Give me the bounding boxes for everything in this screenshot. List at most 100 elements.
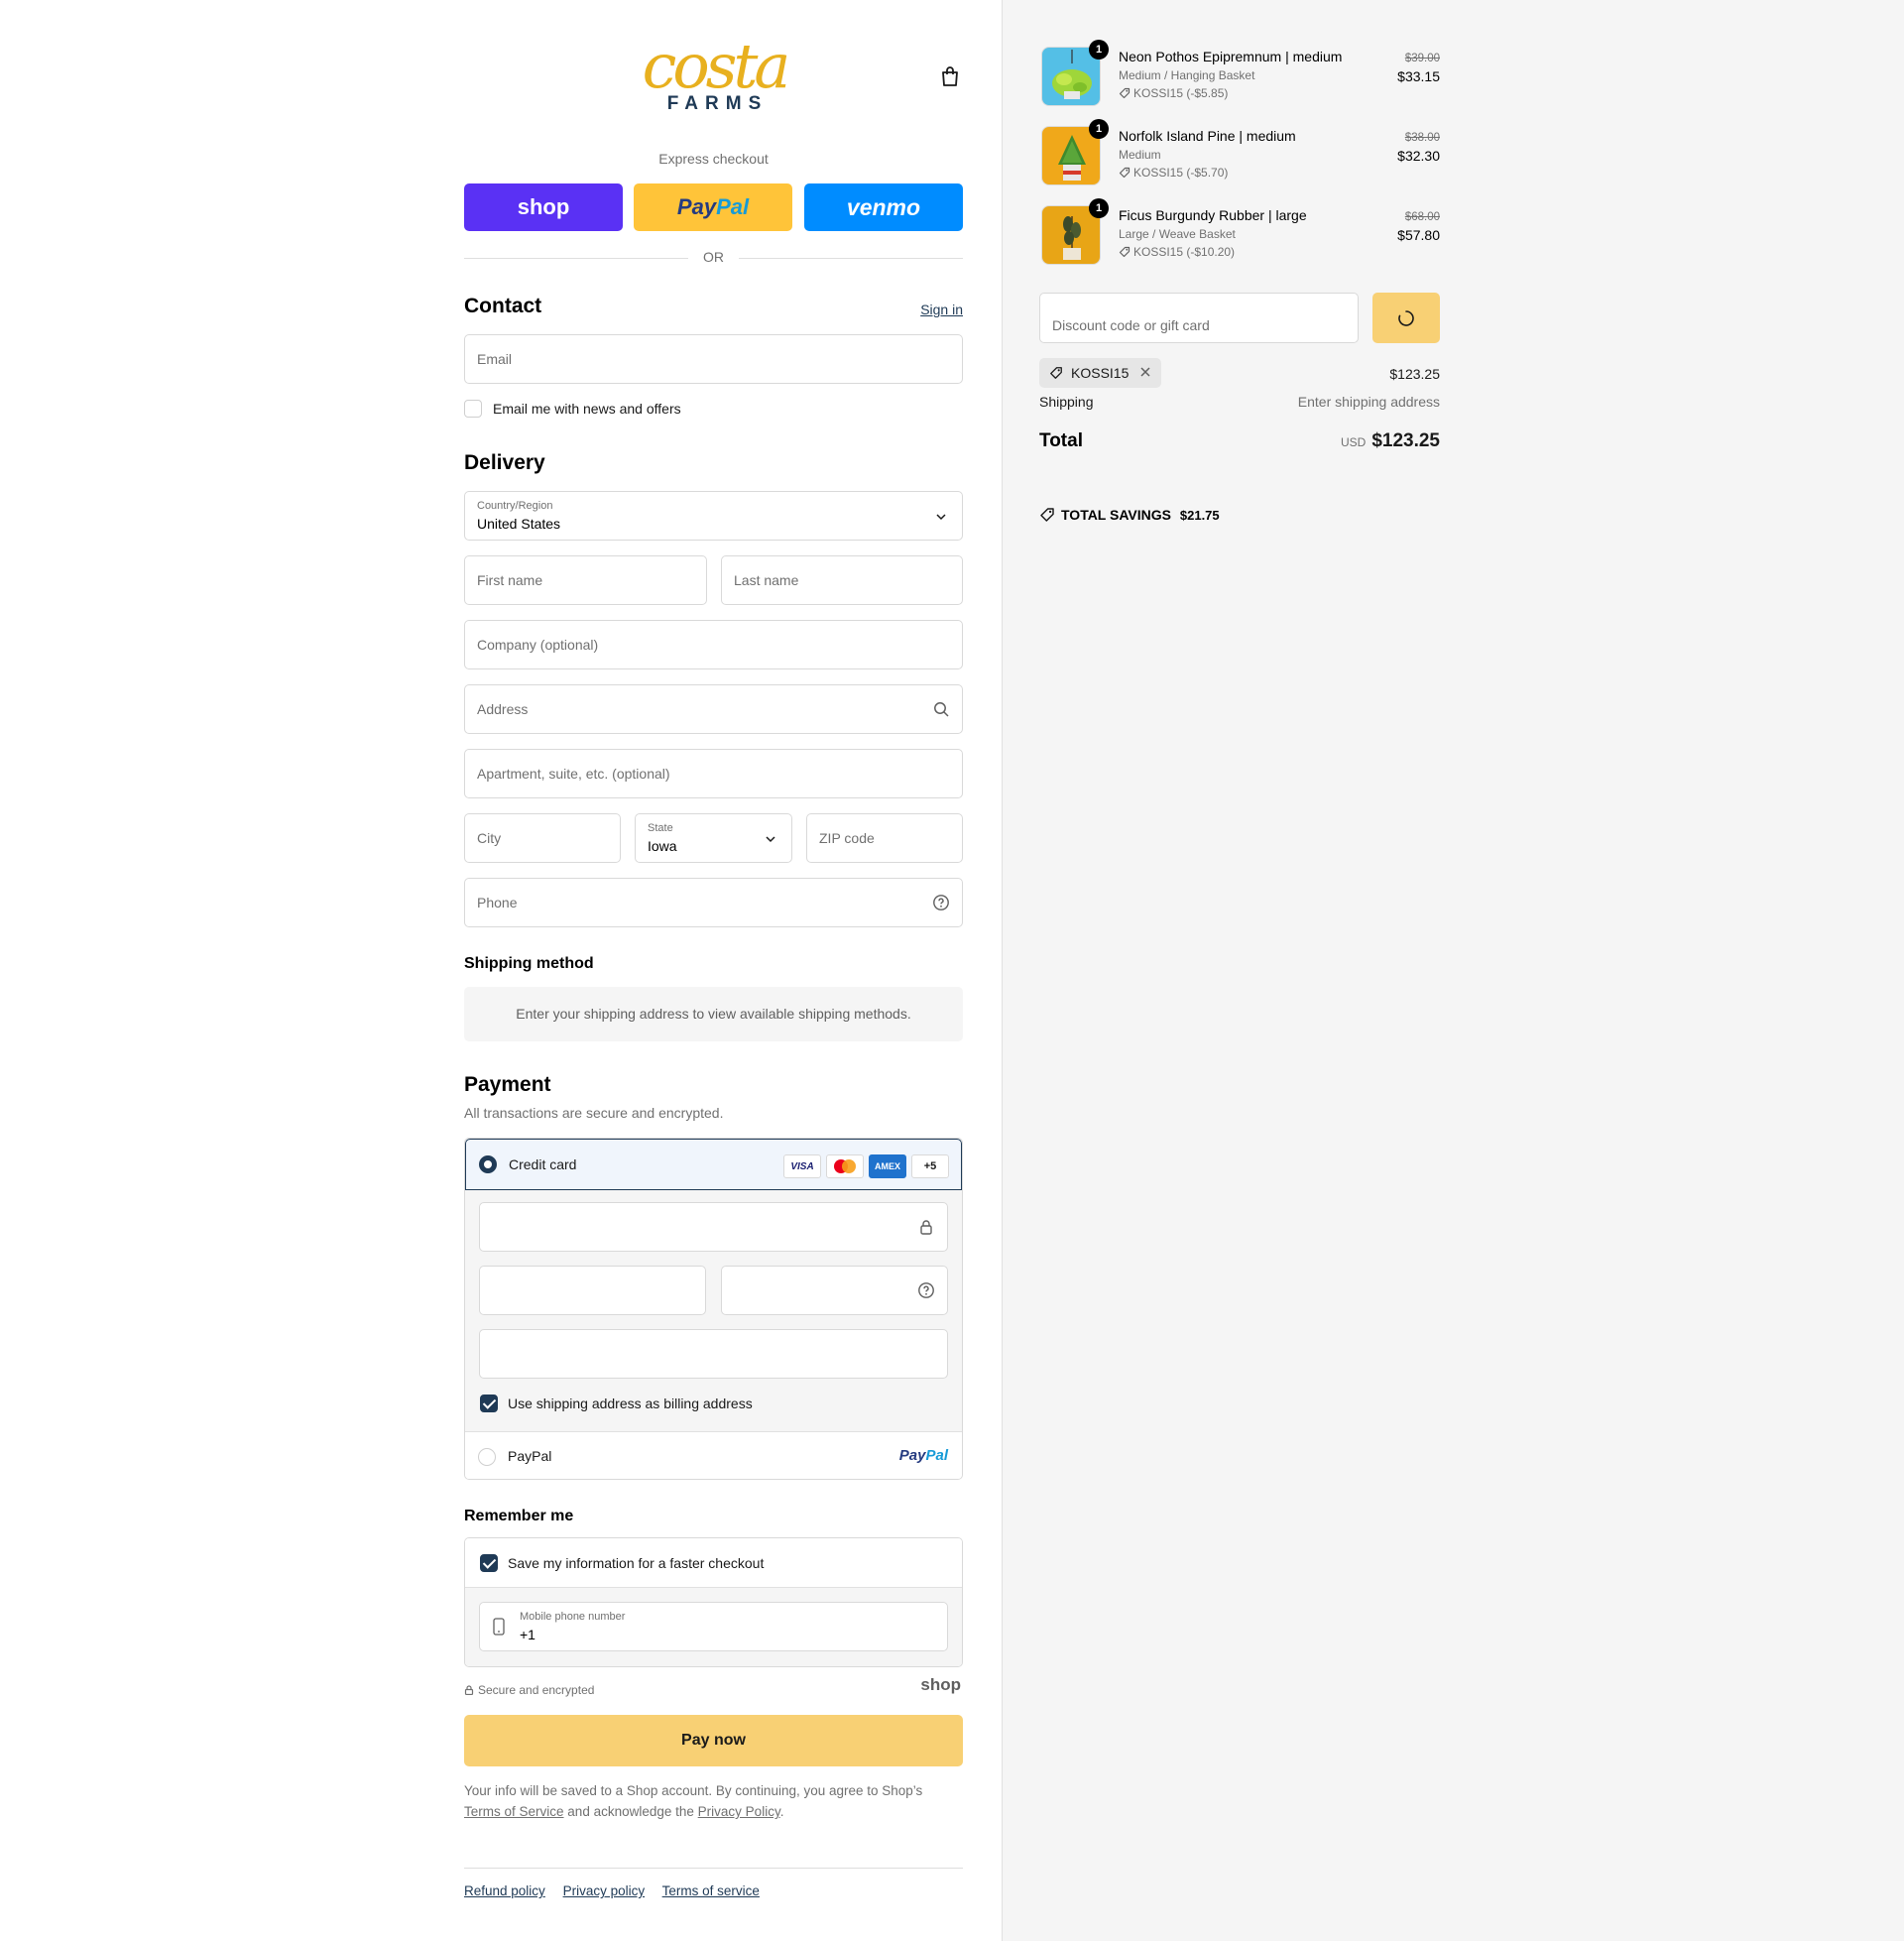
quantity-badge: 1 <box>1089 119 1109 139</box>
last-name-field[interactable]: Last name <box>721 555 963 605</box>
tag-icon <box>1050 367 1062 379</box>
paypal-label: PayPal <box>508 1448 552 1464</box>
name-on-card-field[interactable] <box>479 1329 948 1379</box>
chevron-down-icon <box>762 830 779 848</box>
save-info-checkbox[interactable] <box>480 1554 498 1572</box>
city-field[interactable]: City <box>464 813 621 863</box>
item-price: $33.15 <box>1397 68 1440 84</box>
remember-me-box: Save my information for a faster checkou… <box>464 1537 963 1667</box>
total-value: $123.25 <box>1371 430 1440 451</box>
save-info-label: Save my information for a faster checkou… <box>508 1555 765 1571</box>
total-savings: TOTAL SAVINGS $21.75 <box>1039 507 1220 523</box>
secure-encrypted-note: Secure and encrypted <box>464 1683 594 1697</box>
applied-discount-tag: KOSSI15 <box>1039 358 1161 388</box>
news-label: Email me with news and offers <box>493 401 681 417</box>
secure-label: Secure and encrypted <box>478 1683 595 1697</box>
delivery-heading: Delivery <box>464 451 545 474</box>
paypal-radio[interactable] <box>478 1448 496 1466</box>
news-checkbox[interactable] <box>464 400 482 418</box>
company-placeholder: Company (optional) <box>477 637 599 653</box>
billing-address-checkbox[interactable] <box>480 1395 498 1412</box>
country-label: Country/Region <box>477 500 553 512</box>
shipping-label: Shipping <box>1039 394 1094 410</box>
lock-icon <box>464 1685 474 1696</box>
sign-in-link[interactable]: Sign in <box>920 302 963 317</box>
help-circle-icon[interactable] <box>917 1281 935 1299</box>
shop-logo: shop <box>920 1675 961 1694</box>
discount-code-input[interactable]: Discount code or gift card <box>1039 293 1359 343</box>
or-divider: OR <box>464 249 963 267</box>
company-field[interactable]: Company (optional) <box>464 620 963 669</box>
save-info-details: Mobile phone number +1 <box>465 1588 962 1666</box>
paypal-logo-pal: Pal <box>925 1447 948 1464</box>
payment-heading: Payment <box>464 1073 551 1096</box>
country-select[interactable]: Country/Region United States <box>464 491 963 541</box>
applied-code-label: KOSSI15 <box>1071 365 1130 381</box>
city-placeholder: City <box>477 830 502 846</box>
tag-icon <box>1040 508 1054 522</box>
apply-discount-button[interactable] <box>1372 293 1440 343</box>
shipping-method-notice: Enter your shipping address to view avai… <box>464 987 963 1041</box>
email-field[interactable]: Email <box>464 334 963 384</box>
help-circle-icon[interactable] <box>932 894 950 911</box>
save-info-row[interactable]: Save my information for a faster checkou… <box>465 1538 962 1588</box>
paypal-option[interactable]: PayPal PayPal <box>465 1432 962 1479</box>
costa-farms-logo[interactable]: costa FARMS <box>638 36 791 115</box>
shop-privacy-link[interactable]: Privacy Policy <box>698 1804 780 1819</box>
apartment-field[interactable]: Apartment, suite, etc. (optional) <box>464 749 963 798</box>
remove-discount-icon[interactable] <box>1138 365 1152 382</box>
payment-subtitle: All transactions are secure and encrypte… <box>464 1105 724 1121</box>
consent-text: Your info will be saved to a Shop accoun… <box>464 1780 963 1822</box>
venmo-button[interactable]: venmo <box>804 183 963 231</box>
refund-policy-link[interactable]: Refund policy <box>464 1883 545 1898</box>
privacy-policy-link[interactable]: Privacy policy <box>563 1883 646 1898</box>
amex-icon: AMEX <box>869 1154 906 1178</box>
shop-pay-button[interactable]: shop <box>464 183 623 231</box>
credit-card-radio[interactable] <box>479 1155 497 1173</box>
lock-icon <box>917 1218 935 1236</box>
shop-terms-link[interactable]: Terms of Service <box>464 1804 564 1819</box>
terms-of-service-link[interactable]: Terms of service <box>662 1883 760 1898</box>
tag-icon <box>1119 87 1130 99</box>
expiration-date-field[interactable] <box>479 1266 706 1315</box>
savings-value: $21.75 <box>1179 508 1220 523</box>
card-number-field[interactable] <box>479 1202 948 1252</box>
credit-card-form: Use shipping address as billing address <box>465 1190 962 1432</box>
mobile-phone-label: Mobile phone number <box>520 1611 626 1623</box>
zip-placeholder: ZIP code <box>819 830 875 846</box>
item-original-price: $39.00 <box>1404 53 1440 64</box>
item-discount-label: KOSSI15 (-$5.70) <box>1133 166 1229 180</box>
credit-card-option[interactable]: Credit card VISA AMEX +5 <box>465 1139 962 1190</box>
item-discount-label: KOSSI15 (-$5.85) <box>1133 86 1229 100</box>
zip-field[interactable]: ZIP code <box>806 813 963 863</box>
pay-now-button[interactable]: Pay now <box>464 1715 963 1766</box>
loading-spinner-icon <box>1398 310 1414 326</box>
paypal-logo-pal: Pal <box>716 194 750 219</box>
item-variant: Medium <box>1119 148 1161 162</box>
address-placeholder: Address <box>477 701 529 717</box>
first-name-field[interactable]: First name <box>464 555 707 605</box>
paypal-logo: PayPal <box>899 1447 948 1464</box>
mobile-phone-value: +1 <box>520 1627 536 1642</box>
shipping-value: Enter shipping address <box>1297 394 1440 410</box>
state-value: Iowa <box>648 838 677 854</box>
currency-code: USD <box>1340 435 1367 449</box>
state-label: State <box>648 822 673 834</box>
billing-address-label: Use shipping address as billing address <box>508 1395 753 1411</box>
shopping-bag-icon[interactable] <box>940 65 960 87</box>
consent-text-2: and acknowledge the <box>567 1804 694 1819</box>
shipping-method-heading: Shipping method <box>464 955 594 972</box>
contact-heading: Contact <box>464 295 542 317</box>
paypal-express-button[interactable]: Pay Pal <box>634 183 792 231</box>
item-discount-label: KOSSI15 (-$10.20) <box>1133 245 1236 259</box>
order-summary-panel <box>1002 0 1904 1941</box>
address-field[interactable]: Address <box>464 684 963 734</box>
search-icon <box>932 700 950 718</box>
line-item: 1 Neon Pothos Epipremnum | medium Medium… <box>1039 40 1440 110</box>
mobile-phone-field[interactable]: Mobile phone number +1 <box>479 1602 948 1651</box>
security-code-field[interactable] <box>721 1266 948 1315</box>
state-select[interactable]: State Iowa <box>635 813 792 863</box>
phone-field[interactable]: Phone <box>464 878 963 927</box>
footer-divider <box>464 1868 963 1869</box>
item-price: $57.80 <box>1397 227 1440 243</box>
